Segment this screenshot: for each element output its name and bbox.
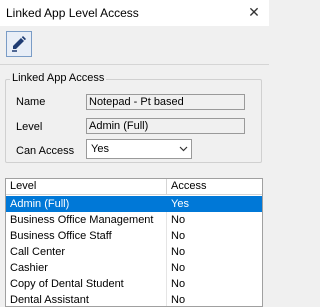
access-cell: No bbox=[171, 246, 186, 258]
level-cell: Call Center bbox=[10, 246, 66, 258]
name-label: Name bbox=[16, 96, 46, 108]
can-access-value: Yes bbox=[91, 143, 109, 155]
column-divider[interactable] bbox=[166, 179, 167, 195]
table-header: Level Access bbox=[6, 179, 262, 195]
access-cell: No bbox=[171, 262, 186, 274]
level-cell: Business Office Management bbox=[10, 214, 154, 226]
level-field: Admin (Full) bbox=[86, 118, 245, 134]
toolbar bbox=[0, 26, 269, 66]
access-cell: No bbox=[171, 230, 186, 242]
can-access-select[interactable]: Yes bbox=[86, 139, 192, 159]
pencil-icon bbox=[12, 36, 26, 52]
level-cell: Copy of Dental Student bbox=[10, 278, 124, 290]
level-cell: Business Office Staff bbox=[10, 230, 112, 242]
table-row[interactable]: Dental Assistant No bbox=[6, 292, 262, 306]
column-header-access[interactable]: Access bbox=[171, 180, 206, 192]
name-field: Notepad - Pt based bbox=[86, 94, 245, 110]
access-cell: No bbox=[171, 294, 186, 306]
group-legend: Linked App Access bbox=[10, 72, 107, 84]
access-cell: Yes bbox=[171, 198, 189, 210]
level-cell: Dental Assistant bbox=[10, 294, 89, 306]
edit-button[interactable] bbox=[6, 31, 32, 57]
chevron-down-icon bbox=[179, 146, 188, 152]
table-row[interactable]: Business Office Staff No bbox=[6, 228, 262, 244]
table-row[interactable]: Copy of Dental Student No bbox=[6, 276, 262, 292]
can-access-label: Can Access bbox=[16, 145, 75, 157]
column-header-level[interactable]: Level bbox=[10, 180, 36, 192]
toolbar-divider bbox=[0, 64, 269, 65]
access-cell: No bbox=[171, 214, 186, 226]
level-access-table: Level Access Admin (Full) Yes Business O… bbox=[5, 178, 263, 307]
table-row[interactable]: Business Office Management No bbox=[6, 212, 262, 228]
access-cell: No bbox=[171, 278, 186, 290]
table-body: Admin (Full) Yes Business Office Managem… bbox=[6, 196, 262, 306]
level-cell: Cashier bbox=[10, 262, 48, 274]
table-row[interactable]: Cashier No bbox=[6, 260, 262, 276]
level-label: Level bbox=[16, 121, 43, 133]
close-icon[interactable]: ✕ bbox=[243, 1, 265, 23]
level-cell: Admin (Full) bbox=[10, 198, 70, 210]
table-row[interactable]: Admin (Full) Yes bbox=[6, 196, 262, 212]
title-bar: Linked App Level Access ✕ bbox=[0, 0, 269, 26]
table-row[interactable]: Call Center No bbox=[6, 244, 262, 260]
window-title: Linked App Level Access bbox=[6, 6, 139, 20]
